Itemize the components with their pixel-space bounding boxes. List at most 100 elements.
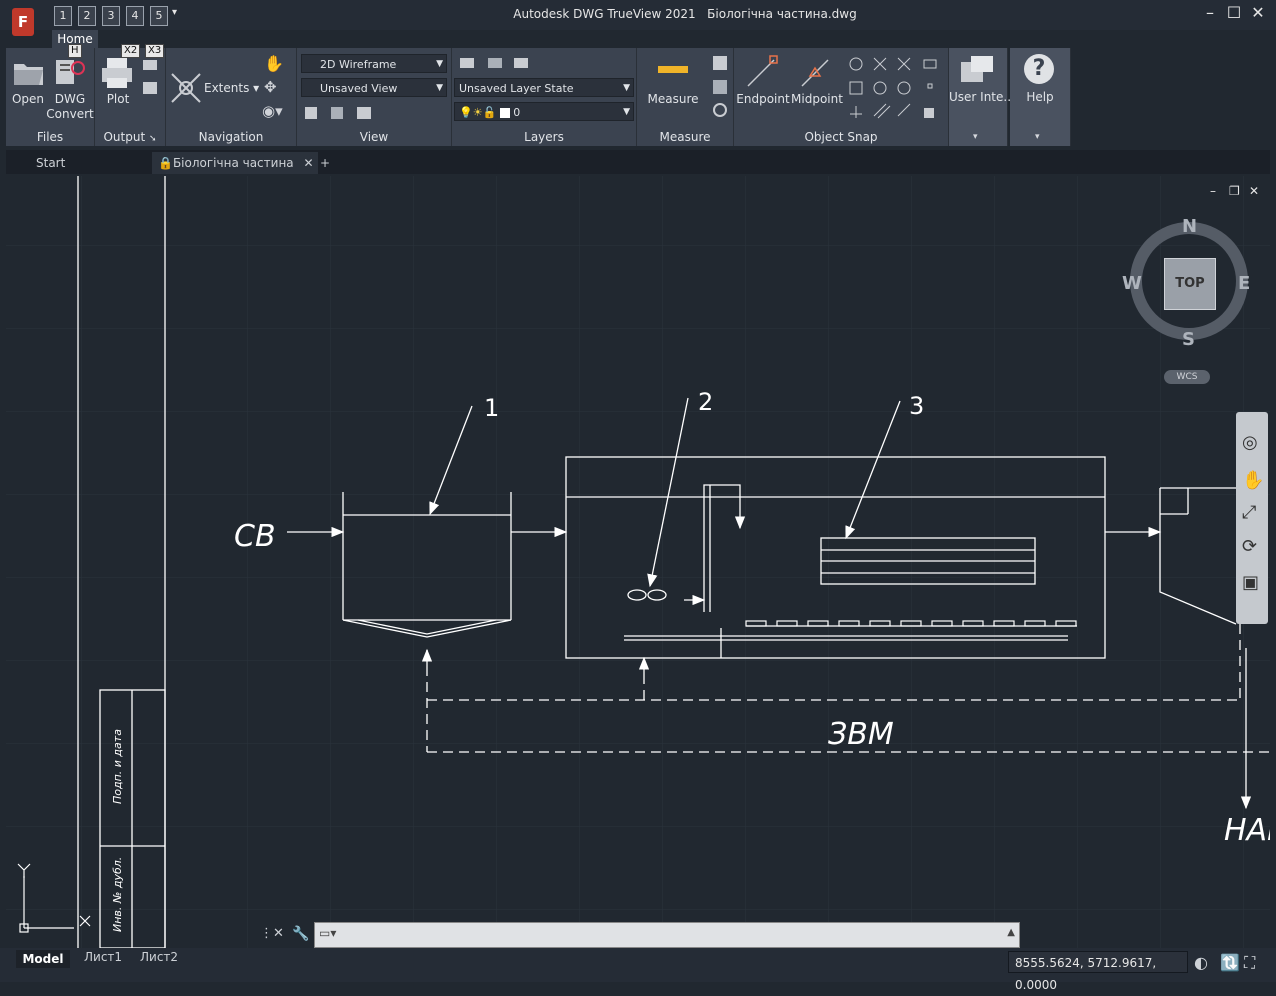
inlet-label: СВ [234, 519, 276, 554]
layer-tools-icons[interactable] [458, 54, 538, 72]
help-button[interactable]: Help [1010, 90, 1070, 104]
panel-output: Plot Output ➘ [95, 48, 166, 146]
user-interface-button[interactable]: User Inte... [949, 90, 1015, 104]
ruler-icon[interactable] [657, 62, 689, 76]
stamp-signature-date: Подп. и дата [111, 729, 124, 804]
command-line-grip-icon[interactable]: ⋮✕ [260, 926, 284, 941]
output-small-icons[interactable] [141, 58, 159, 98]
steering-wheel-nav-icon[interactable]: ◎ [1242, 432, 1258, 453]
panel-view: 2D Wireframe ▼ Unsaved View ▼ View [297, 48, 452, 146]
status-bar: Model Лист1 Лист2 8555.5624, 5712.9617, … [0, 948, 1276, 992]
midpoint-button[interactable]: Midpoint [790, 92, 844, 106]
named-view-select[interactable]: Unsaved View ▼ [301, 78, 447, 97]
dwg-convert-label-1[interactable]: DWG [48, 92, 92, 106]
callout-2: 2 [698, 388, 713, 416]
compass-s[interactable]: S [1182, 329, 1195, 350]
window-title: Autodesk DWG TrueView 2021 Біологічна ча… [513, 7, 857, 21]
user-interface-icon[interactable] [959, 54, 995, 86]
maximize-icon[interactable]: ☐ [1224, 3, 1244, 22]
viewport-restore-icon[interactable]: ❐ [1229, 184, 1240, 198]
layout-tab-model[interactable]: Model [16, 950, 70, 968]
panel-measure: Measure Measure [637, 48, 734, 146]
outlet-label: НАІ [1224, 813, 1270, 848]
viewport-minimize-icon[interactable]: – [1210, 184, 1216, 198]
keytip-x3: X3 [145, 44, 165, 58]
wcs-menu[interactable]: WCS [1164, 370, 1210, 384]
minimize-icon[interactable]: – [1200, 3, 1220, 22]
panel-object-snap-label: Object Snap [804, 130, 878, 144]
callout-1: 1 [484, 394, 499, 422]
panel-object-snap: Endpoint Midpoint Object Snap [734, 48, 949, 146]
hardware-acceleration-icon[interactable]: 🔃 [1220, 953, 1240, 972]
measure-small-icons[interactable] [711, 54, 729, 120]
tab-active-document[interactable]: 🔒Біологічна частина ✕ [152, 152, 318, 174]
compass-e[interactable]: E [1238, 273, 1250, 294]
title-bar: F 1 2 3 4 5 ▾ Autodesk DWG TrueView 2021… [0, 0, 1276, 36]
callout-3: 3 [909, 392, 924, 420]
panel-files-label: Files [36, 130, 64, 144]
drawing-canvas[interactable]: 1 2 3 СВ ЗВМ НАІ Подп. и дата Инв. № дуб… [6, 176, 1270, 948]
user-interface-dropdown-icon[interactable]: ▾ [973, 132, 978, 142]
steering-wheel-icon[interactable]: ◉▾ [262, 102, 283, 120]
pan-hand-icon[interactable]: ✋ [264, 54, 284, 73]
endpoint-icon[interactable] [744, 54, 780, 90]
panel-navigation: Extents ▾ ✋ ✥ ◉▾ Navigation [166, 48, 297, 146]
panel-measure-label: Measure [659, 130, 711, 144]
keytip-h: H [68, 44, 82, 58]
measure-button[interactable]: Measure [645, 92, 701, 106]
panel-files: Open DWG Convert Files [6, 48, 95, 146]
showmotion-nav-icon[interactable]: ▣ [1242, 572, 1259, 593]
command-line-input[interactable]: ▭▾ ▲ [314, 922, 1020, 948]
plot-printer-icon[interactable] [101, 56, 135, 90]
plot-button[interactable]: Plot [101, 92, 135, 106]
extents-button[interactable]: Extents ▾ [204, 81, 259, 95]
endpoint-button[interactable]: Endpoint [736, 92, 790, 106]
layer-state-select[interactable]: Unsaved Layer State ▼ [454, 78, 634, 97]
panel-layers: Unsaved Layer State ▼ 💡☀🔓 0 ▼ Layers [452, 48, 637, 146]
navigation-bar: ◎ ✋ ⤢ ⟳ ▣ [1236, 412, 1268, 624]
open-folder-icon[interactable] [12, 58, 46, 88]
tab-close-icon[interactable]: ✕ [303, 156, 313, 170]
keytip-x2: X2 [121, 44, 141, 58]
midpoint-icon[interactable] [798, 54, 834, 90]
command-prompt-icon[interactable]: ▭▾ [319, 926, 336, 940]
pan-nav-icon[interactable]: ✋ [1242, 470, 1264, 491]
customize-wrench-icon[interactable]: 🔧 [292, 926, 309, 942]
layout-tab-sheet1[interactable]: Лист1 [84, 950, 122, 964]
viewport-close-icon[interactable]: ✕ [1249, 184, 1259, 198]
open-button[interactable]: Open [10, 92, 46, 106]
layer-select[interactable]: 💡☀🔓 0 ▼ [454, 102, 634, 121]
compass-w[interactable]: W [1122, 273, 1142, 294]
viewcube-top-face[interactable]: TOP [1164, 258, 1216, 310]
coordinates-readout[interactable]: 8555.5624, 5712.9617, 0.0000 [1008, 951, 1188, 992]
dwg-convert-label-2[interactable]: Convert [44, 107, 96, 121]
isolate-objects-icon[interactable]: ◐ [1194, 953, 1208, 972]
ribbon: Open DWG Convert Files Plot Output ➘ Ext… [6, 48, 1071, 146]
view-tools-icons[interactable] [303, 104, 379, 122]
close-icon[interactable]: ✕ [1248, 3, 1268, 22]
extents-icon[interactable] [170, 72, 202, 104]
panel-layers-label: Layers [524, 130, 564, 144]
command-history-icon[interactable]: ▲ [1007, 927, 1015, 938]
fullscreen-icon[interactable]: ⛶ [1244, 953, 1255, 973]
return-line-label: ЗВМ [828, 717, 894, 752]
orbit-nav-icon[interactable]: ⟳ [1242, 536, 1257, 557]
new-tab-button[interactable]: + [320, 152, 336, 174]
document-tabs: Start 🔒Біологічна частина ✕ + [6, 150, 1270, 174]
help-dropdown-icon[interactable]: ▾ [1035, 132, 1040, 142]
layout-tab-sheet2[interactable]: Лист2 [140, 950, 178, 964]
tab-start[interactable]: Start [36, 152, 146, 174]
snap-grid-icons[interactable] [846, 54, 946, 122]
orbit-icon[interactable]: ✥ [264, 78, 277, 96]
stamp-inventory-dup: Инв. № дубл. [111, 857, 124, 932]
zoom-extents-nav-icon[interactable]: ⤢ [1242, 502, 1256, 523]
visual-style-select[interactable]: 2D Wireframe ▼ [301, 54, 447, 73]
compass-n[interactable]: N [1182, 216, 1197, 237]
panel-help: ? Help ▾ [1010, 48, 1071, 146]
lightbulb-icon: 💡☀🔓 [459, 106, 497, 119]
panel-view-label: View [359, 130, 389, 144]
panel-navigation-label: Navigation [198, 130, 264, 144]
help-question-icon[interactable]: ? [1024, 54, 1054, 84]
dwg-convert-icon[interactable] [54, 56, 86, 88]
drawing-viewport[interactable]: 1 2 3 СВ ЗВМ НАІ Подп. и дата Инв. № дуб… [6, 176, 1270, 948]
